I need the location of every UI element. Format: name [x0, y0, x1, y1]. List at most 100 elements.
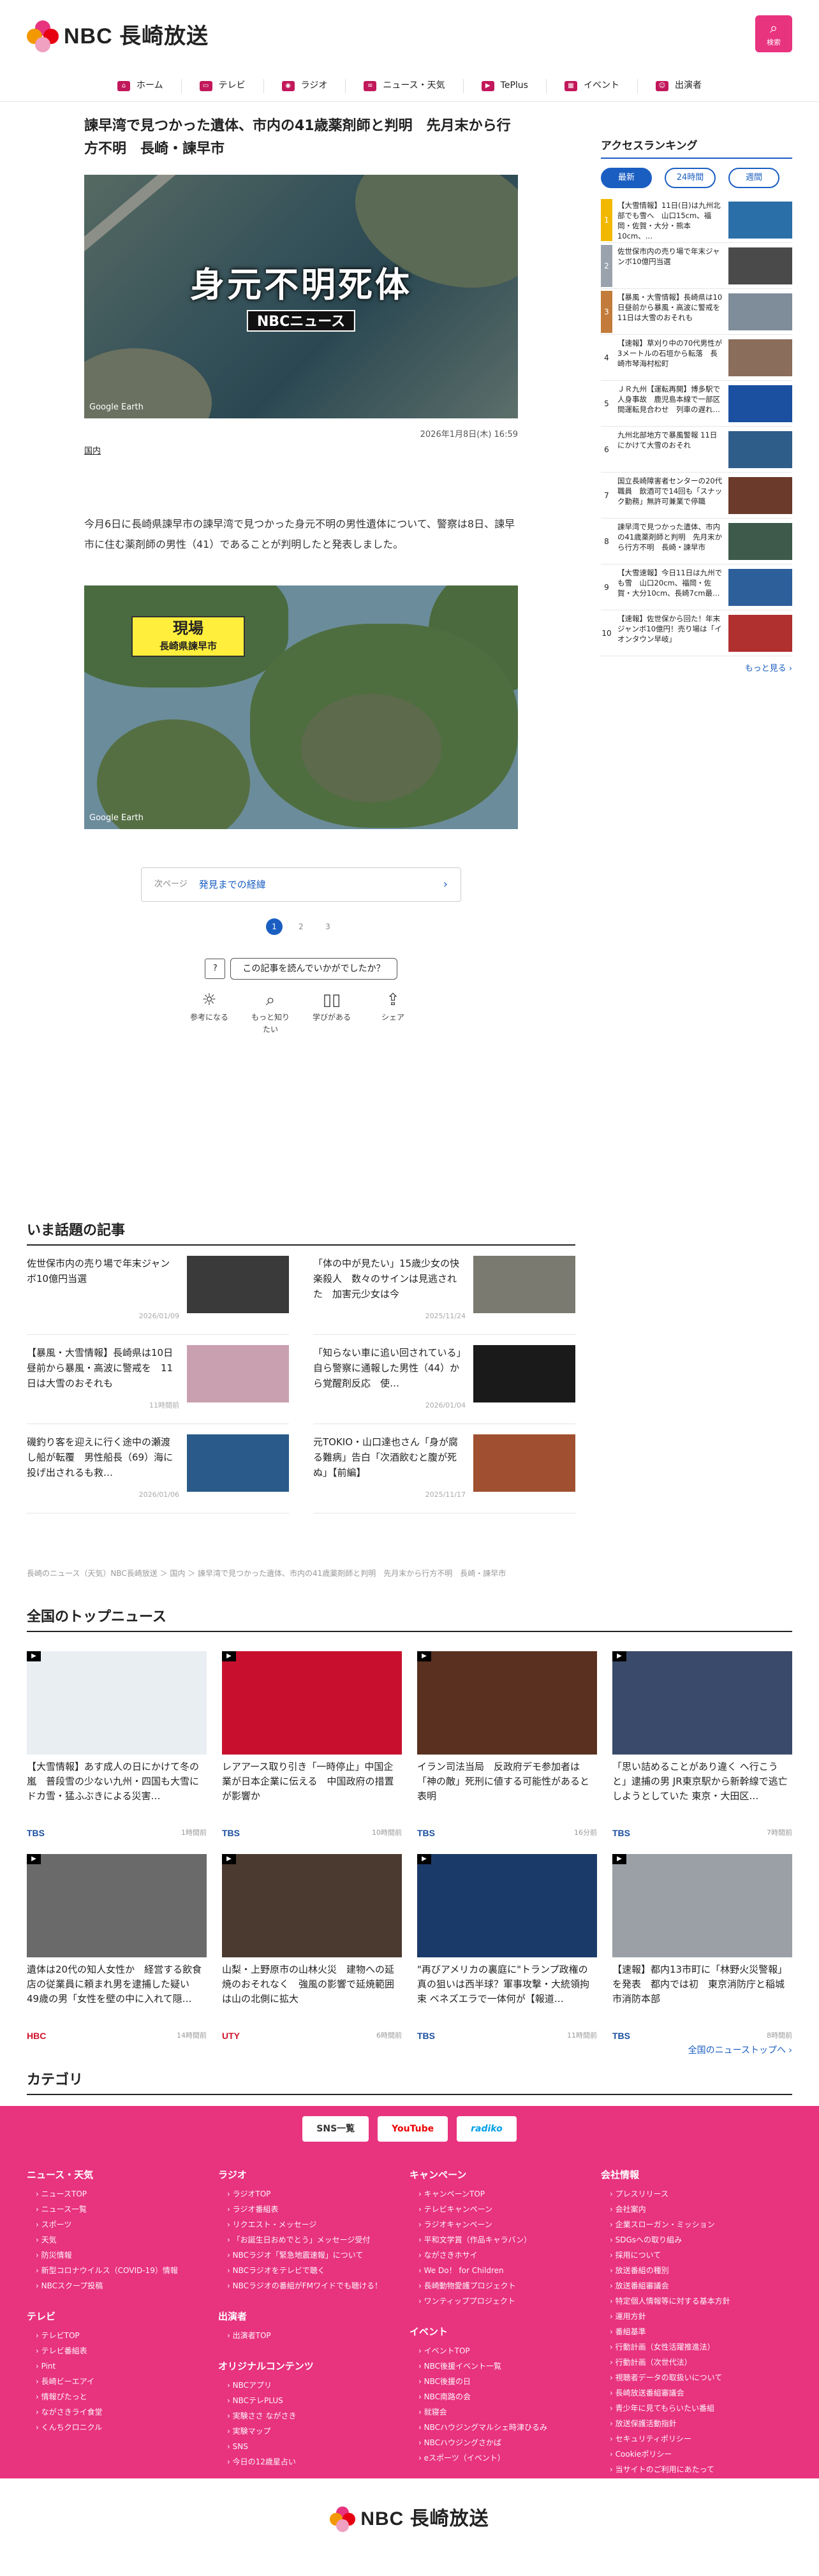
footer-link[interactable]: キャンペーンTOP — [418, 2186, 601, 2202]
footer-link[interactable]: 長崎ビーエアイ — [36, 2374, 218, 2389]
footer-link[interactable]: ワンティッププロジェクト — [418, 2293, 601, 2309]
footer-group-title[interactable]: ラジオ — [218, 2167, 410, 2182]
footer-link[interactable]: くんちクロニクル — [36, 2420, 218, 2435]
footer-link[interactable]: 天気 — [36, 2232, 218, 2248]
footer-link[interactable]: 今日の12歳星占い — [227, 2454, 410, 2469]
footer-link[interactable]: NBCハウジングさかば — [418, 2435, 601, 2450]
ranking-item[interactable]: 7 国立長崎障害者センターの20代職員 飲酒可で14回も「スナック勤務」無許可兼業… — [601, 473, 792, 519]
footer-link[interactable]: テレビ番組表 — [36, 2343, 218, 2359]
top-news-card[interactable]: ▶ レアアース取り引き「一時停止」中国企業が日本企業に伝える 中国政府の措置が影響… — [222, 1651, 402, 1840]
page-link-2[interactable]: 2 — [293, 918, 309, 935]
footer-group-title[interactable]: オリジナルコンテンツ — [218, 2359, 410, 2374]
footer-link[interactable]: プレスリリース — [610, 2186, 792, 2202]
hot-topic-item[interactable]: 元TOKIO・山口達也さん「身が腐る難病」告白「次酒飲むと腹が死ぬ」【前編】 20… — [313, 1424, 575, 1514]
hot-topic-item[interactable]: 「体の中が見たい」15歳少女の快楽殺人 数々のサインは見逃された 加害元少女は今… — [313, 1246, 575, 1336]
hot-topic-item[interactable]: 【暴風・大雪情報】長崎県は10日昼前から暴風・高波に警戒を 11日は大雪のおそれ… — [27, 1335, 289, 1425]
footer-link[interactable]: ながさきホサイ — [418, 2248, 601, 2263]
footer-link[interactable]: ご意見・お問い合わせ — [610, 2477, 792, 2492]
footer-link[interactable]: ニュースTOP — [36, 2186, 218, 2202]
footer-group-title[interactable]: 出演者 — [218, 2309, 410, 2324]
footer-link[interactable]: 視聴者データの取扱いについて — [610, 2370, 792, 2385]
footer-link[interactable]: 平和文学賞（作品キャラバン） — [418, 2232, 601, 2248]
ranking-item[interactable]: 5 ＪＲ九州【運転再開】博多駅で人身事故 鹿児島本線で一部区間運転見合わせ 列車の… — [601, 381, 792, 427]
reaction-want-more[interactable]: ⌕ もっと知りたい — [248, 989, 293, 1036]
page-link-1[interactable]: 1 — [266, 918, 283, 935]
footer-link[interactable]: ラジオキャンペーン — [418, 2217, 601, 2232]
footer-link[interactable]: 青少年に見てもらいたい番組 — [610, 2401, 792, 2416]
footer-group-title[interactable]: イベント — [410, 2324, 601, 2339]
footer-link[interactable]: 行動計画（女性活躍推進法） — [610, 2339, 792, 2355]
footer-link[interactable]: ラジオTOP — [227, 2186, 410, 2202]
footer-link[interactable]: 放送番組審議会 — [610, 2278, 792, 2293]
top-news-card[interactable]: ▶ "再びアメリカの裏庭に"トランプ政権の真の狙いは西半球？軍事攻撃・大統領拘束 … — [417, 1854, 597, 2043]
footer-link[interactable]: NBCハウジングマルシェ時津ひるみ — [418, 2420, 601, 2435]
footer-link[interactable]: 長崎放送番組審議会 — [610, 2385, 792, 2401]
hot-topic-item[interactable]: 佐世保市内の売り場で年末ジャンボ10億円当選 2026/01/09 — [27, 1246, 289, 1336]
reaction-share[interactable]: ⇪ シェア — [371, 989, 415, 1036]
footer-link[interactable]: 実験マップ — [227, 2424, 410, 2439]
footer-link[interactable]: NBCラジオの番組がFMワイドでも聴ける！ — [227, 2278, 410, 2293]
footer-logo[interactable]: NBC 長崎放送 — [0, 2504, 819, 2536]
footer-link[interactable]: 防災情報 — [36, 2248, 218, 2263]
footer-link[interactable]: ながさきライ食堂 — [36, 2404, 218, 2420]
footer-link[interactable]: We Do！ for Children — [418, 2263, 601, 2278]
next-page-button[interactable]: 次ページ 発見までの経緯 › — [141, 867, 461, 902]
top-news-card[interactable]: ▶ 「思い詰めることがあり違く へ行こうと」逮捕の男 JR東京駅から新幹線で逃亡し… — [612, 1651, 792, 1840]
footer-link[interactable]: SNS — [227, 2439, 410, 2454]
top-news-card[interactable]: ▶ 【速報】都内13市町に「林野火災警報」を発表 都内では初 東京消防庁と稲城市消… — [612, 1854, 792, 2043]
footer-link[interactable]: ニュース一覧 — [36, 2202, 218, 2217]
ranking-more-link[interactable]: もっと見る › — [601, 663, 792, 676]
footer-group-title[interactable]: キャンペーン — [410, 2167, 601, 2182]
footer-link[interactable]: NBC後援の日 — [418, 2374, 601, 2389]
tab-latest[interactable]: 最新 — [601, 168, 652, 189]
footer-link[interactable]: 行動計画（次世代法） — [610, 2355, 792, 2370]
footer-link[interactable]: 特定個人情報等に対する基本方針 — [610, 2293, 792, 2309]
footer-link[interactable]: 情報ぴたっと — [36, 2389, 218, 2404]
hot-topic-item[interactable]: 「知らない車に追い回されている」自ら警察に通報した男性（44）から覚醒剤反応 使… — [313, 1335, 575, 1425]
footer-link[interactable]: NBCスクープ投稿 — [36, 2278, 218, 2293]
footer-link[interactable]: Pint — [36, 2359, 218, 2374]
footer-link[interactable]: Cookieポリシー — [610, 2447, 792, 2462]
footer-link[interactable]: NBCテレPLUS — [227, 2393, 410, 2408]
sns-list-button[interactable]: SNS一覧 — [302, 2116, 369, 2142]
nav-radio[interactable]: ◉ ラジオ — [264, 78, 346, 93]
footer-link[interactable]: 就寝会 — [418, 2404, 601, 2420]
nav-news[interactable]: ≡ ニュース・天気 — [346, 78, 464, 93]
site-logo[interactable]: NBC 長崎放送 — [27, 19, 209, 54]
footer-link[interactable]: セキュリティポリシー — [610, 2431, 792, 2447]
top-news-card[interactable]: ▶ イラン司法当局 反政府デモ参加者は「神の敵」死刑に値する可能性があると表明 TB… — [417, 1651, 597, 1840]
footer-link[interactable]: 実験ささ ながさき — [227, 2408, 410, 2424]
top-news-more-link[interactable]: 全国のニューストップへ › — [688, 2043, 792, 2057]
footer-link[interactable]: 採用について — [610, 2248, 792, 2263]
footer-link[interactable]: 番組基準 — [610, 2324, 792, 2339]
ranking-item[interactable]: 8 諫早湾で見つかった遺体、市内の41歳薬剤師と判明 先月末から行方不明 長崎・諫… — [601, 519, 792, 565]
footer-link[interactable]: 企業スローガン・ミッション — [610, 2217, 792, 2232]
footer-link[interactable]: SDGsへの取り組み — [610, 2232, 792, 2248]
nav-teplus[interactable]: ▶ TePlus — [464, 78, 547, 93]
reaction-helpful[interactable]: ☼ 参考になる — [187, 989, 232, 1036]
nav-casts[interactable]: ☺ 出演者 — [638, 79, 719, 93]
footer-link[interactable]: テレビキャンペーン — [418, 2202, 601, 2217]
radiko-button[interactable]: radiko — [457, 2116, 517, 2142]
footer-link[interactable]: 当サイトのご利用にあたって — [610, 2462, 792, 2477]
top-news-card[interactable]: ▶ 【大雪情報】あす成人の日にかけて冬の嵐 普段雪の少ない九州・四国も大雪に ドカ… — [27, 1651, 207, 1840]
footer-link[interactable]: 運用方針 — [610, 2309, 792, 2324]
footer-link[interactable]: 長崎動物愛護プロジェクト — [418, 2278, 601, 2293]
footer-link[interactable]: 出演者TOP — [227, 2328, 410, 2343]
footer-link[interactable]: eスポーツ（イベント） — [418, 2450, 601, 2466]
top-news-card[interactable]: ▶ 遺体は20代の知人女性か 経営する飲食店の従業員に頼まれ男を逮捕した疑い 49… — [27, 1854, 207, 2043]
footer-link[interactable]: NBCアプリ — [227, 2378, 410, 2393]
tab-weekly[interactable]: 週間 — [728, 168, 779, 189]
footer-link[interactable]: リクエスト・メッセージ — [227, 2217, 410, 2232]
footer-link[interactable]: NBCラジオ「緊急地震速報」について — [227, 2248, 410, 2263]
nav-home[interactable]: ⌂ ホーム — [100, 78, 182, 93]
footer-link[interactable]: 「お誕生日おめでとう」メッセージ受付 — [227, 2232, 410, 2248]
footer-link[interactable]: 会社案内 — [610, 2202, 792, 2217]
footer-link[interactable]: NBC南路の会 — [418, 2389, 601, 2404]
nav-tv[interactable]: ▭ テレビ — [182, 78, 264, 93]
hot-topic-item[interactable]: 磯釣り客を迎えに行く途中の瀬渡し船が転覆 男性船長（69）海に投げ出されるも救…… — [27, 1424, 289, 1514]
page-link-3[interactable]: 3 — [320, 918, 336, 935]
reaction-learn[interactable]: ▯▯ 学びがある — [309, 989, 354, 1036]
footer-group-title[interactable]: 会社情報 — [601, 2167, 792, 2182]
footer-link[interactable]: テレビTOP — [36, 2328, 218, 2343]
